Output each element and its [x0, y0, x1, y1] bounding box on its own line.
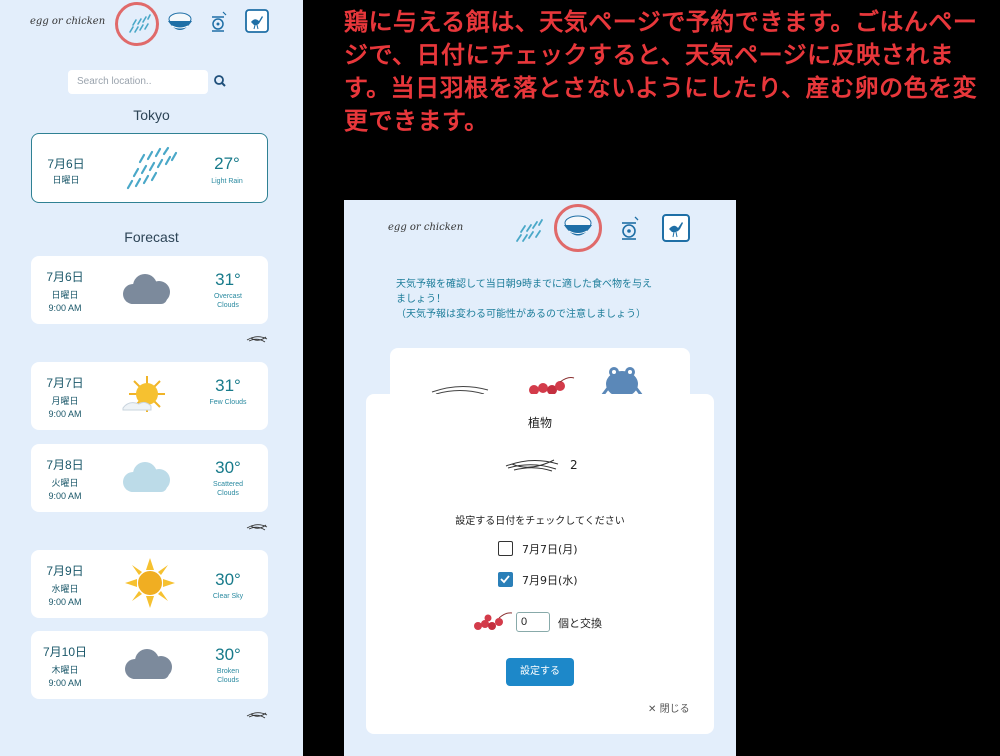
app-logo: egg or chicken	[388, 222, 464, 233]
forecast-time: 9:00 AM	[48, 597, 82, 607]
ostrich-icon[interactable]	[245, 9, 269, 33]
forecast-desc: Clear Sky	[212, 593, 244, 600]
forecast-card[interactable]: 7月9日 水曜日 9:00 AM 30° Clear Sky	[31, 550, 268, 618]
ostrich-icon[interactable]	[662, 214, 690, 242]
spinner-icon[interactable]	[208, 9, 230, 35]
grass-icon	[246, 336, 268, 343]
grass-icon	[246, 712, 268, 719]
forecast-weekday: 火曜日	[51, 479, 79, 489]
forecast-temp: 30°	[215, 570, 241, 589]
forecast-temp: 30°	[215, 458, 241, 477]
rain-icon	[126, 146, 178, 190]
forecast-date: 7月7日	[46, 376, 84, 390]
submit-button[interactable]: 設定する	[506, 658, 574, 686]
forecast-desc: Few Clouds	[209, 399, 247, 406]
close-button[interactable]: ✕ 閉じる	[648, 700, 690, 715]
berries-icon	[474, 612, 513, 630]
spinner-icon[interactable]	[618, 214, 642, 244]
city-name: Tokyo	[133, 107, 170, 123]
dark-cloud-icon	[125, 649, 172, 679]
grass-icon	[246, 524, 268, 531]
close-icon: ✕	[648, 704, 657, 715]
quantity-input[interactable]: 0	[516, 612, 550, 632]
rice-bowl-icon[interactable]	[166, 9, 194, 35]
forecast-weekday: 木曜日	[51, 666, 79, 676]
forecast-time: 9:00 AM	[48, 678, 82, 688]
current-date: 7月6日	[47, 157, 85, 171]
forecast-desc: Broken Clouds	[216, 668, 240, 684]
info-text: 天気予報を確認して当日朝9時までに適した食べ物を与え ましょう！ （天気予報は変…	[396, 279, 653, 320]
rice-bowl-icon[interactable]	[562, 212, 594, 242]
item-count: 2	[570, 458, 578, 472]
sun-icon	[125, 558, 175, 608]
date-checkbox[interactable]	[498, 541, 513, 556]
forecast-time: 9:00 AM	[48, 491, 82, 501]
food-screen: egg or chicken 天気予報を確認して当日朝9時までに適した食べ物を与…	[344, 200, 736, 756]
forecast-date: 7月9日	[46, 564, 84, 578]
date-checkbox-checked[interactable]	[498, 572, 513, 587]
forecast-desc: Scattered Clouds	[213, 481, 243, 497]
forecast-card[interactable]: 7月10日 木曜日 9:00 AM 30° Broken Clouds	[31, 631, 268, 699]
forecast-temp: 31°	[215, 270, 241, 289]
date-option-label[interactable]: 7月9日(水)	[522, 572, 578, 588]
current-weekday: 日曜日	[52, 176, 80, 186]
forecast-weekday: 水曜日	[51, 585, 79, 595]
date-option-label[interactable]: 7月7日(月)	[522, 541, 578, 557]
forecast-date: 7月6日	[46, 270, 84, 284]
sun-cloud-icon	[122, 376, 165, 412]
forecast-date: 7月8日	[46, 458, 84, 472]
current-temp: 27°	[214, 154, 240, 173]
current-desc: Light Rain	[211, 178, 243, 185]
forecast-temp: 30°	[215, 645, 241, 664]
date-prompt: 設定する日付をチェックしてください	[455, 516, 625, 527]
forecast-weekday: 月曜日	[51, 397, 79, 407]
grass-icon	[505, 459, 559, 472]
forecast-desc: Overcast Clouds	[213, 293, 242, 309]
current-weather-card: 7月6日 日曜日 27° Light Rain	[31, 133, 268, 203]
forecast-time: 9:00 AM	[48, 303, 82, 313]
forecast-time: 9:00 AM	[48, 409, 82, 419]
schedule-modal: 植物 2 設定する日付をチェックしてください 7月7日(月) 7月9日(水) 0…	[366, 394, 714, 734]
weather-screen: egg or chicken Search location.. Tokyo 7…	[0, 0, 303, 756]
headline-text: 鶏に与える餌は、天気ページで予約できます。ごはんページで、日付にチェックすると、…	[344, 8, 978, 135]
quantity-label: 個と交換	[558, 617, 602, 630]
forecast-title: Forecast	[124, 229, 179, 245]
forecast-card[interactable]: 7月8日 火曜日 9:00 AM 30° Scattered Clouds	[31, 444, 268, 512]
rain-icon[interactable]	[124, 10, 152, 36]
forecast-date: 7月10日	[42, 645, 88, 659]
app-logo: egg or chicken	[30, 16, 106, 27]
modal-title: 植物	[527, 416, 552, 430]
forecast-card[interactable]: 7月6日 日曜日 9:00 AM 31° Overcast Clouds	[31, 256, 268, 324]
check-icon	[500, 575, 510, 584]
search-input[interactable]: Search location..	[68, 70, 208, 94]
forecast-weekday: 日曜日	[51, 291, 79, 301]
forecast-card[interactable]: 7月7日 月曜日 9:00 AM 31° Few Clouds	[31, 362, 268, 430]
dark-cloud-icon	[123, 274, 170, 304]
forecast-temp: 31°	[215, 376, 241, 395]
search-icon[interactable]	[212, 73, 228, 89]
light-cloud-icon	[123, 462, 170, 492]
rain-icon[interactable]	[512, 216, 544, 244]
